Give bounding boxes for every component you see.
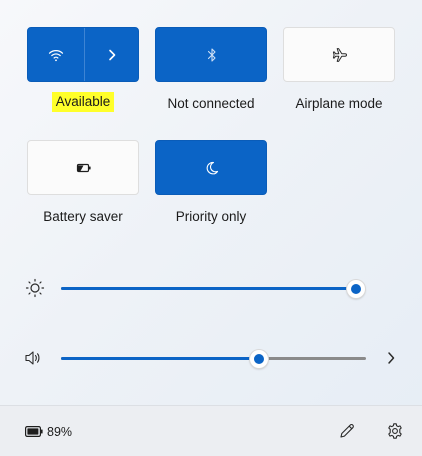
priority-only-tile-label: Priority only [175,209,247,224]
volume-slider-row [0,343,422,373]
wifi-icon [48,49,64,61]
chevron-right-icon [109,49,116,60]
bluetooth-tile[interactable] [155,27,267,82]
wifi-tile-label: Available [13,92,153,112]
volume-slider-thumb[interactable] [250,349,269,368]
bluetooth-icon [207,47,216,62]
wifi-toggle-button[interactable] [28,28,84,81]
pencil-icon[interactable] [338,422,356,440]
quick-settings-panel: Available Not connected Airplane mode Ba… [0,0,422,456]
brightness-track[interactable] [61,279,365,298]
sun-icon [25,278,45,298]
battery-saver-tile-label: Battery saver [43,209,123,224]
brightness-track-fill [61,287,356,290]
battery-icon [25,426,43,437]
moon-icon [206,161,219,174]
quick-settings-footer: 89% [0,405,422,456]
volume-track[interactable] [61,349,366,368]
battery-saver-tile[interactable] [27,140,139,195]
wifi-expand-button[interactable] [85,28,140,81]
brightness-slider-row [0,273,422,303]
battery-saver-icon [76,163,91,172]
priority-only-tile[interactable] [155,140,267,195]
gear-icon[interactable] [386,422,404,440]
airplane-icon [332,47,347,62]
volume-track-fill [61,357,260,360]
battery-percent: 89% [47,425,73,439]
airplane-mode-tile[interactable] [283,27,395,82]
chevron-right-icon[interactable] [386,351,396,365]
brightness-slider-thumb[interactable] [347,279,365,298]
wifi-tile [27,27,139,82]
bluetooth-tile-label: Not connected [167,96,255,111]
speaker-icon[interactable] [24,349,44,367]
airplane-mode-tile-label: Airplane mode [295,96,383,111]
wifi-label-highlight: Available [51,92,115,112]
